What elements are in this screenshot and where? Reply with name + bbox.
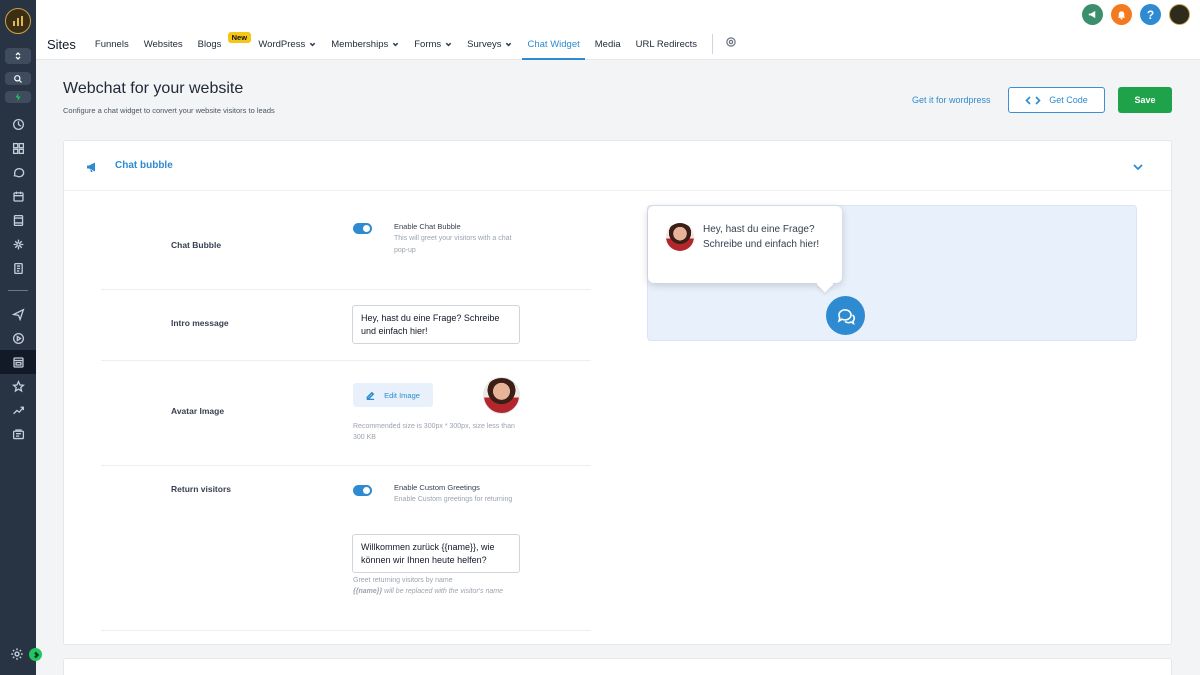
- chat-widget-preview: Hey, hast du eine Frage? Schreibe und ei…: [647, 205, 1137, 341]
- quick-action-icon[interactable]: [5, 91, 31, 103]
- chat-bubble-card: Chat bubble Chat Bubble Enable Chat Bubb…: [63, 140, 1172, 645]
- new-badge: New: [227, 32, 252, 43]
- avatar-size-note: Recommended size is 300px * 300px, size …: [353, 423, 515, 441]
- save-button[interactable]: Save: [1118, 87, 1172, 113]
- return-greeting-note: Greet returning visitors by name {{name}…: [353, 575, 525, 597]
- left-sidebar: [0, 0, 42, 675]
- tab-memberships[interactable]: Memberships: [331, 30, 399, 58]
- tab-media[interactable]: Media: [595, 30, 621, 58]
- account-switcher-icon[interactable]: [5, 48, 31, 64]
- popup-avatar: [666, 223, 694, 251]
- page-subtitle: Configure a chat widget to convert your …: [63, 106, 275, 115]
- opportunities-icon[interactable]: [0, 232, 36, 256]
- name-token: {{name}}: [353, 588, 383, 595]
- custom-greetings-desc: Enable Custom greetings for returning: [394, 496, 513, 503]
- nav-settings-gear-icon[interactable]: [725, 35, 737, 53]
- calendar-icon[interactable]: [0, 184, 36, 208]
- wordpress-link[interactable]: Get it for wordpress: [912, 95, 991, 105]
- chat-bubble-header[interactable]: Chat bubble: [64, 141, 1171, 191]
- company-logo[interactable]: [5, 8, 31, 34]
- avatar-preview-image: [483, 377, 520, 414]
- row-divider: [101, 360, 591, 361]
- sites-icon[interactable]: [0, 350, 36, 374]
- chevron-down-icon: [392, 42, 399, 46]
- tab-forms[interactable]: Forms: [414, 30, 452, 58]
- contacts-icon[interactable]: [0, 208, 36, 232]
- row-divider: [101, 630, 591, 631]
- custom-greetings-title: Enable Custom Greetings: [394, 483, 480, 492]
- row-divider: [101, 289, 591, 290]
- top-bar: ? Sites Funnels Websites Blogs New WordPr…: [36, 0, 1200, 60]
- chat-bubbles-icon: [837, 308, 855, 325]
- page-section-title: Sites: [47, 36, 76, 52]
- row-divider: [101, 465, 591, 466]
- nav-divider: [712, 34, 714, 54]
- chevron-down-icon: [506, 42, 512, 46]
- intro-message-label: Intro message: [171, 318, 229, 328]
- notification-bell-icon[interactable]: [1111, 4, 1132, 25]
- return-greeting-input[interactable]: Willkommen zurück {{name}}, wie können w…: [352, 534, 520, 573]
- chat-launcher-button[interactable]: [826, 296, 865, 335]
- payments-icon[interactable]: [0, 256, 36, 280]
- avatar-image-label: Avatar Image: [171, 406, 225, 416]
- tab-surveys[interactable]: Surveys: [467, 30, 512, 58]
- sites-nav: Sites Funnels Websites Blogs New WordPres…: [47, 30, 737, 60]
- chat-bubble-toggle[interactable]: [353, 223, 372, 234]
- chevron-down-icon: [309, 42, 316, 46]
- intro-message-input[interactable]: Hey, hast du eine Frage? Schreibe und ei…: [352, 305, 520, 344]
- tab-chat-widget[interactable]: Chat Widget: [522, 30, 586, 60]
- dashboard-icon[interactable]: [0, 136, 36, 160]
- tab-url-redirects[interactable]: URL Redirects: [636, 30, 697, 58]
- tab-blogs[interactable]: Blogs New: [198, 30, 252, 58]
- tab-funnels[interactable]: Funnels: [95, 30, 129, 58]
- chevron-down-icon: [445, 42, 452, 46]
- chat-popup-preview: Hey, hast du eine Frage? Schreibe und ei…: [648, 206, 842, 283]
- next-section-card: [63, 658, 1172, 675]
- settings-gear-icon[interactable]: [10, 647, 24, 661]
- launchpad-icon[interactable]: [0, 112, 36, 136]
- automation-icon[interactable]: [0, 326, 36, 350]
- popup-message: Hey, hast du eine Frage? Schreibe und ei…: [703, 224, 820, 250]
- reporting-icon[interactable]: [0, 398, 36, 422]
- help-icon[interactable]: ?: [1140, 4, 1161, 25]
- greeting-note-rest: will be replaced with the visitor's name: [382, 588, 503, 595]
- announcement-icon[interactable]: [1082, 4, 1103, 25]
- chat-bubble-label: Chat Bubble: [171, 240, 222, 250]
- search-icon[interactable]: [5, 72, 31, 85]
- marketing-icon[interactable]: [0, 302, 36, 326]
- get-code-button[interactable]: Get Code: [1008, 87, 1105, 113]
- chat-bubble-toggle-desc: This will greet your visitors with a cha…: [394, 235, 512, 254]
- chat-bubble-toggle-title: Enable Chat Bubble: [394, 222, 461, 231]
- code-brackets-icon: [1025, 95, 1041, 105]
- conversations-icon[interactable]: [0, 160, 36, 184]
- collapse-chevron-icon[interactable]: [1132, 160, 1144, 172]
- top-actions: ?: [1082, 4, 1190, 25]
- greeting-note-line: Greet returning visitors by name: [353, 577, 453, 584]
- app-marketplace-icon[interactable]: [0, 422, 36, 446]
- custom-greetings-toggle[interactable]: [353, 485, 372, 496]
- section-title: Chat bubble: [115, 160, 173, 171]
- edit-image-button[interactable]: Edit Image: [353, 383, 433, 407]
- megaphone-icon: [86, 160, 98, 172]
- tab-wordpress[interactable]: WordPress: [258, 30, 316, 58]
- get-code-label: Get Code: [1049, 95, 1088, 105]
- sidebar-divider: [8, 290, 28, 291]
- page-title: Webchat for your website: [63, 80, 244, 97]
- edit-pencil-icon: [366, 391, 375, 400]
- edit-image-label: Edit Image: [384, 390, 420, 400]
- expand-sidebar-icon[interactable]: [29, 648, 42, 661]
- user-avatar[interactable]: [1169, 4, 1190, 25]
- reputation-star-icon[interactable]: [0, 374, 36, 398]
- return-visitors-label: Return visitors: [171, 484, 231, 494]
- tab-websites[interactable]: Websites: [144, 30, 183, 58]
